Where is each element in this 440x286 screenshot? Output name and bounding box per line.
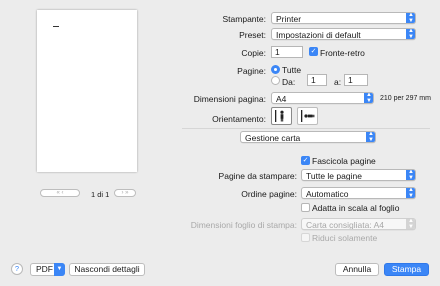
portrait-person-icon: [275, 110, 284, 122]
pages-label: Pagine:: [237, 66, 266, 76]
pages-to-label: a:: [334, 77, 342, 87]
dest-paper-value: Carta consigliata: A4: [306, 220, 384, 230]
collate-checkbox[interactable]: ✓: [301, 156, 310, 165]
duplex-label: Fronte-retro: [320, 48, 365, 58]
preset-value: Impostazioni di default: [276, 30, 361, 40]
chevron-updown-icon: ▲ ▼: [364, 93, 373, 103]
printer-value: Printer: [276, 14, 302, 24]
page-preview: [37, 10, 137, 172]
landscape-person-icon: [301, 110, 315, 122]
section-select[interactable]: Gestione carta ▲ ▼: [240, 131, 376, 143]
print-button[interactable]: Stampa: [384, 263, 429, 276]
paper-size-select[interactable]: A4 ▲ ▼: [271, 92, 374, 104]
collate-label: Fascicola pagine: [312, 156, 376, 166]
pages-range-radio[interactable]: [271, 76, 280, 85]
help-icon: ?: [14, 264, 20, 273]
hide-details-button[interactable]: Nascondi dettagli: [69, 263, 145, 276]
copies-label: Copie:: [241, 48, 266, 58]
paper-size-value: A4: [276, 94, 287, 104]
page-order-label: Ordine pagine:: [241, 189, 297, 199]
chevron-updown-icon: ▲ ▼: [406, 170, 415, 180]
orientation-portrait-button[interactable]: [271, 107, 292, 125]
prev-page-icon: ‹: [61, 190, 64, 196]
preview-text-mark: [53, 26, 59, 27]
chevron-updown-icon: ▲ ▼: [366, 132, 375, 142]
chevron-updown-icon: ▲ ▼: [406, 219, 415, 229]
copies-field[interactable]: 1: [271, 46, 303, 58]
divider: [182, 128, 430, 129]
preview-next-last-button[interactable]: › »: [114, 189, 136, 197]
dest-paper-label: Dimensioni foglio di stampa:: [190, 220, 297, 230]
scale-to-fit-label: Adatta in scala al foglio: [312, 203, 400, 213]
pages-to-print-label: Pagine da stampare:: [218, 171, 297, 181]
scale-down-label: Riduci solamente: [312, 233, 378, 243]
pages-to-field[interactable]: 1: [344, 74, 368, 86]
next-page-icon: ›: [121, 190, 124, 196]
pdf-label: PDF: [36, 264, 53, 274]
preview-first-prev-button[interactable]: « ‹: [40, 189, 80, 197]
duplex-checkbox[interactable]: ✓: [309, 47, 318, 56]
preset-label: Preset:: [239, 30, 266, 40]
first-page-icon: «: [56, 190, 60, 196]
pages-to-print-select[interactable]: Tutte le pagine ▲ ▼: [301, 169, 416, 181]
orientation-landscape-button[interactable]: [297, 107, 318, 125]
pages-from-label: Da:: [282, 77, 296, 87]
chevron-down-icon: ▼: [54, 263, 65, 276]
pages-to-print-value: Tutte le pagine: [306, 171, 362, 181]
page-order-select[interactable]: Automatico ▲ ▼: [301, 187, 416, 199]
printer-select[interactable]: Printer ▲ ▼: [271, 12, 416, 24]
chevron-updown-icon: ▲ ▼: [406, 188, 415, 198]
preset-select[interactable]: Impostazioni di default ▲ ▼: [271, 28, 416, 40]
cancel-button[interactable]: Annulla: [335, 263, 379, 276]
pages-all-label: Tutte: [282, 65, 302, 75]
paper-size-label: Dimensioni pagina:: [193, 94, 266, 104]
chevron-updown-icon: ▲ ▼: [406, 13, 415, 23]
orientation-label: Orientamento:: [212, 114, 266, 124]
pdf-menu-button[interactable]: PDF ▼: [30, 263, 65, 276]
scale-down-checkbox[interactable]: [301, 233, 310, 242]
dest-paper-select[interactable]: Carta consigliata: A4 ▲ ▼: [301, 218, 416, 230]
section-value: Gestione carta: [245, 133, 301, 143]
chevron-updown-icon: ▲ ▼: [406, 29, 415, 39]
pages-all-radio[interactable]: [271, 65, 280, 74]
printer-label: Stampante:: [222, 14, 266, 24]
pages-from-field[interactable]: 1: [307, 74, 327, 86]
paper-dimensions: 210 per 297 mm: [380, 95, 431, 102]
last-page-icon: »: [125, 190, 129, 196]
help-button[interactable]: ?: [11, 263, 23, 275]
page-counter: 1 di 1: [91, 190, 110, 199]
scale-to-fit-checkbox[interactable]: [301, 203, 310, 212]
page-order-value: Automatico: [306, 189, 349, 199]
